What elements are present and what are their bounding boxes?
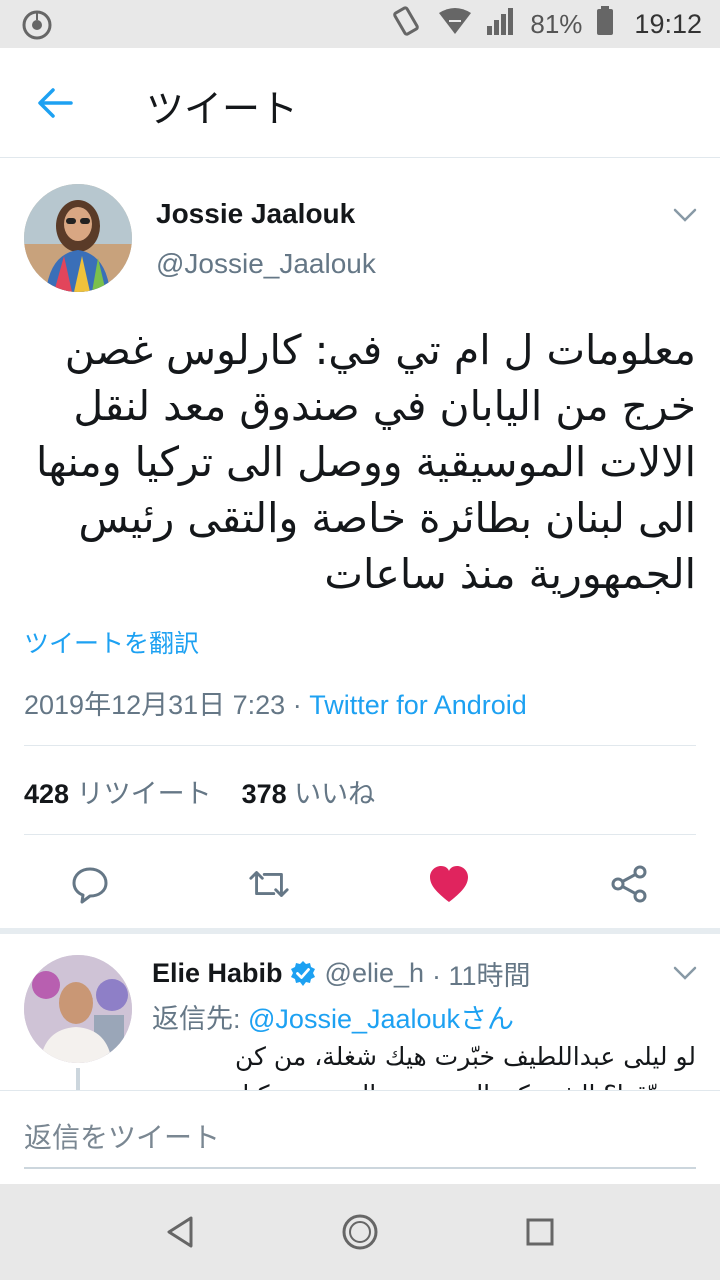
tweet-meta: 2019年12月31日 7:23 · Twitter for Android — [24, 683, 527, 722]
meta-separator: · — [285, 690, 310, 720]
page-title: ツイート — [146, 89, 299, 131]
battery-percent: 81% — [530, 8, 583, 39]
nav-back-button[interactable] — [156, 1208, 204, 1256]
share-button[interactable] — [607, 862, 651, 906]
reply-to-label: 返信先: — [152, 1004, 249, 1034]
verified-badge-icon — [289, 960, 317, 988]
author-handle[interactable]: @Jossie_Jaalouk — [156, 248, 376, 280]
back-button[interactable] — [30, 78, 80, 128]
circle-home-icon — [342, 1214, 378, 1250]
like-button[interactable] — [427, 862, 471, 906]
reply-time: · 11時間 — [432, 961, 531, 991]
square-recents-icon — [526, 1218, 554, 1246]
retweet-label[interactable]: リツイート — [77, 779, 212, 809]
reply-button[interactable] — [68, 862, 112, 906]
retweet-button[interactable] — [247, 862, 291, 906]
reply-composer — [0, 1090, 720, 1184]
section-divider — [0, 928, 720, 934]
chevron-down-icon[interactable] — [670, 200, 700, 230]
share-icon — [611, 865, 647, 903]
clock: 19:12 — [634, 8, 702, 39]
chrome-icon — [22, 10, 52, 40]
chevron-down-icon[interactable] — [670, 958, 700, 988]
tweet-text: معلومات ل ام تي في: كارلوس غصن خرج من ال… — [36, 326, 696, 598]
triangle-back-icon — [167, 1216, 193, 1248]
app-bar: ツイート — [0, 48, 720, 158]
timestamp: 2019年12月31日 7:23 — [24, 690, 286, 720]
system-nav-bar — [0, 1184, 720, 1280]
heart-icon — [430, 866, 468, 902]
reply-author-handle[interactable]: @elie_h — [325, 958, 424, 989]
action-bar — [0, 850, 720, 914]
retweet-count[interactable]: 428 — [24, 779, 69, 809]
reply-to-line: 返信先: @Jossie_Jaaloukさん — [152, 997, 514, 1036]
nav-recents-button[interactable] — [516, 1208, 564, 1256]
thread-line — [76, 1068, 80, 1092]
retweet-icon — [249, 871, 289, 897]
reply-header: Elie Habib @elie_h · 11時間 — [152, 954, 531, 993]
avatar[interactable] — [24, 184, 132, 292]
reply-avatar[interactable] — [24, 955, 132, 1063]
signal-icon — [486, 6, 516, 43]
tweet-stats: 428 リツイート 378 いいね — [24, 772, 375, 811]
battery-icon — [596, 5, 614, 43]
reply-input[interactable] — [24, 1109, 696, 1169]
like-count[interactable]: 378 — [242, 779, 287, 809]
reply-text: لو ليلى عبداللطيف خبّرت هيك شغلة، من كن … — [234, 1042, 696, 1090]
translate-link[interactable]: ツイートを翻訳 — [24, 624, 199, 660]
vibrate-icon — [390, 5, 424, 43]
divider — [24, 834, 696, 835]
arrow-left-icon — [38, 88, 73, 118]
nav-home-button[interactable] — [336, 1208, 384, 1256]
reply-icon — [72, 867, 108, 904]
wifi-icon — [438, 7, 472, 42]
reply-author-name[interactable]: Elie Habib — [152, 958, 283, 989]
reply-to-mention[interactable]: @Jossie_Jaaloukさん — [248, 1004, 514, 1034]
author-name[interactable]: Jossie Jaalouk — [156, 198, 355, 230]
divider — [24, 745, 696, 746]
like-label[interactable]: いいね — [294, 779, 375, 809]
status-bar: 81% 19:12 — [0, 0, 720, 48]
source-app-link[interactable]: Twitter for Android — [309, 690, 527, 720]
